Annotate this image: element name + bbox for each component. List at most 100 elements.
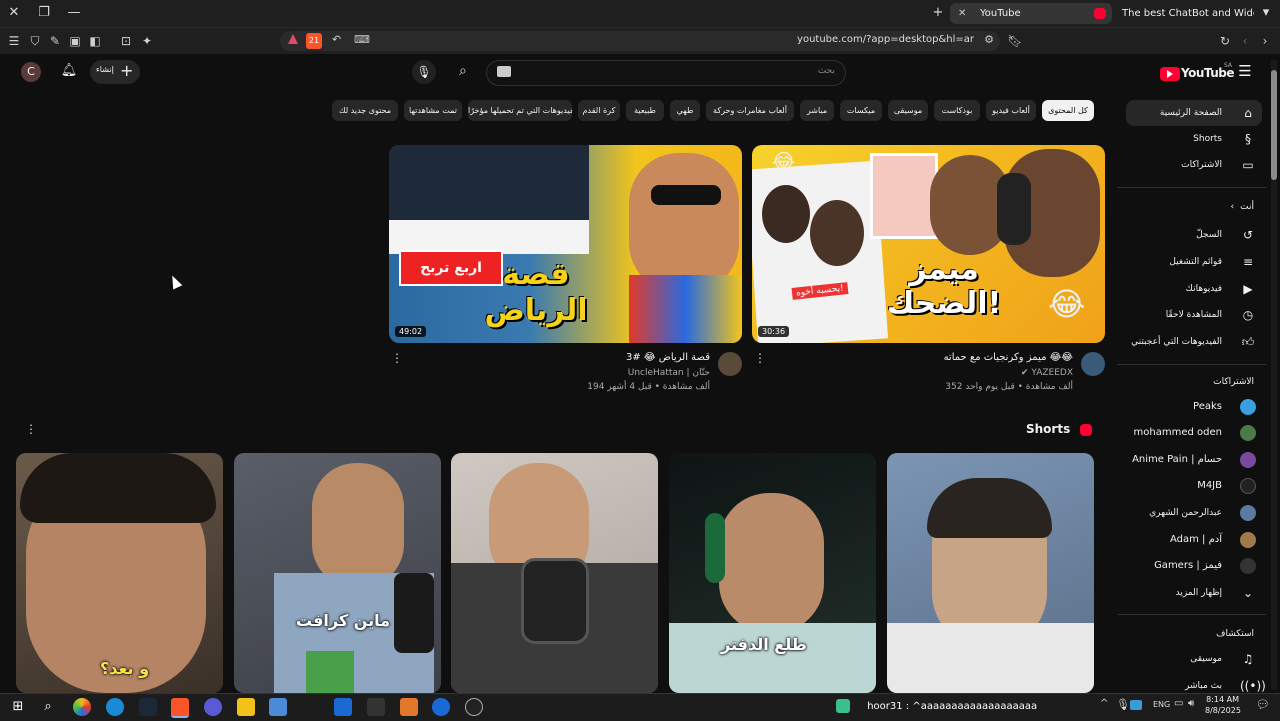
short-item[interactable] bbox=[451, 453, 658, 693]
sidebar-sub-gamers[interactable]: Gamers | فيمز bbox=[1120, 554, 1260, 578]
video-title[interactable]: ميمز وكرنجيات مع حماته 😂😂 bbox=[944, 352, 1073, 363]
clock-date[interactable]: 8/8/2025 bbox=[1205, 706, 1241, 715]
chip-cooking[interactable]: طهي bbox=[670, 100, 700, 121]
short-item[interactable] bbox=[887, 453, 1094, 693]
sidebar-sub-mohammed-oden[interactable]: mohammed oden bbox=[1120, 421, 1260, 445]
file-explorer-icon[interactable] bbox=[237, 698, 255, 716]
chip-mixes[interactable]: ميكسات bbox=[840, 100, 882, 121]
windows-start-icon[interactable]: ⊞ bbox=[9, 698, 27, 716]
scrollbar-thumb[interactable] bbox=[1271, 70, 1277, 180]
shorts-more-icon[interactable]: ⋮ bbox=[25, 422, 37, 436]
sidebar-sub-abdulrahman[interactable]: عبدالرحمن الشهري bbox=[1120, 501, 1260, 525]
account-avatar[interactable]: C bbox=[21, 62, 41, 82]
extensions-icon[interactable]: ✎ bbox=[47, 33, 63, 49]
notifications-icon[interactable]: 🔔︎ bbox=[60, 63, 78, 81]
close-window-icon[interactable]: ✕ bbox=[4, 4, 24, 22]
search-icon[interactable]: ⌕ bbox=[459, 63, 467, 79]
sidebar-sub-m4jb[interactable]: M4JB bbox=[1120, 474, 1260, 498]
sidebar-item-shorts[interactable]: Shorts § bbox=[1120, 127, 1260, 151]
video-title[interactable]: قصة الرياض 😂 #3 bbox=[626, 352, 710, 363]
chip-podcasts[interactable]: بودكاست bbox=[934, 100, 980, 121]
store-icon[interactable] bbox=[269, 698, 287, 716]
sidebar-you-heading[interactable]: ‹ أنت bbox=[1231, 202, 1254, 212]
new-tab-icon[interactable]: + bbox=[928, 4, 948, 22]
back-icon[interactable]: ‹ bbox=[1237, 33, 1253, 49]
app-icon[interactable] bbox=[400, 698, 418, 716]
puzzle-icon[interactable]: ✦ bbox=[139, 33, 155, 49]
short-item[interactable]: و بعد؟ bbox=[16, 453, 223, 693]
chip-all[interactable]: كل المحتوى bbox=[1042, 100, 1094, 121]
sidebar-toggle-icon[interactable]: ◧ bbox=[87, 33, 103, 49]
tray-expand-icon[interactable]: ^ bbox=[1100, 698, 1108, 709]
sidebar-item-watch-later[interactable]: المشاهدة لاحقًا ◷ bbox=[1120, 303, 1260, 327]
discord-icon[interactable] bbox=[204, 698, 222, 716]
language-indicator[interactable]: ENG bbox=[1153, 700, 1170, 709]
bookmark-icon[interactable]: 🔖︎ bbox=[1007, 33, 1023, 49]
chip-live[interactable]: مباشر bbox=[800, 100, 834, 121]
search-input[interactable]: ⌕ بحث bbox=[459, 60, 846, 86]
more-actions-icon[interactable]: ⋮ bbox=[391, 351, 403, 365]
chip-nature[interactable]: طبيعية bbox=[626, 100, 664, 121]
brave-rewards-icon[interactable] bbox=[288, 34, 298, 44]
obs-icon[interactable] bbox=[465, 698, 483, 716]
video-thumbnail[interactable]: اربع تربح قصة الرياض 49:02 bbox=[389, 145, 742, 343]
more-actions-icon[interactable]: ⋮ bbox=[754, 351, 766, 365]
copilot-icon[interactable] bbox=[73, 698, 91, 716]
microphone-icon[interactable]: 🎙︎ bbox=[1116, 698, 1130, 711]
outlook-icon[interactable] bbox=[334, 698, 352, 716]
app-icon[interactable] bbox=[432, 698, 450, 716]
forward-icon[interactable]: › bbox=[1257, 33, 1273, 49]
guide-menu-icon[interactable]: ☰ bbox=[1236, 62, 1254, 80]
tab-list-icon[interactable]: ▾ bbox=[1256, 4, 1276, 22]
keyboard-icon[interactable] bbox=[497, 66, 511, 77]
menu-icon[interactable]: ☰ bbox=[6, 33, 22, 49]
voice-search-icon[interactable]: 🎙︎ bbox=[412, 60, 436, 84]
site-settings-icon[interactable]: ⚙ bbox=[984, 33, 994, 46]
edge-icon[interactable] bbox=[106, 698, 124, 716]
sidebar-sub-adam[interactable]: Adam | آدم bbox=[1120, 528, 1260, 552]
create-button[interactable]: إنشاء + bbox=[90, 60, 140, 84]
tray-app-icon[interactable] bbox=[1130, 700, 1142, 710]
volume-icon[interactable]: 🔊︎ bbox=[1188, 698, 1194, 709]
sidebar-sub-peaks[interactable]: Peaks bbox=[1120, 395, 1260, 419]
short-item[interactable]: طلع الدفتر bbox=[669, 453, 876, 693]
short-item[interactable]: ماين كرافت bbox=[234, 453, 441, 693]
restore-window-icon[interactable]: ❐ bbox=[34, 4, 54, 22]
sidebar-item-history[interactable]: السجلّ ↺ bbox=[1120, 223, 1260, 247]
scrollbar[interactable] bbox=[1271, 60, 1277, 690]
channel-avatar[interactable] bbox=[718, 352, 742, 376]
tabs-icon[interactable]: ▣ bbox=[67, 33, 83, 49]
chip-football[interactable]: كرة القدم bbox=[578, 100, 620, 121]
sidebar-show-more[interactable]: إظهار المزيد ⌄ bbox=[1120, 581, 1260, 605]
sidebar-item-home[interactable]: الصفحة الرئيسية ⌂ bbox=[1120, 101, 1260, 125]
channel-avatar[interactable] bbox=[1081, 352, 1105, 376]
sidebar-item-subscriptions[interactable]: الاشتراكات ▭ bbox=[1120, 153, 1260, 177]
tab-close-icon[interactable]: ✕ bbox=[958, 3, 966, 24]
app-icon[interactable] bbox=[367, 698, 385, 716]
sidebar-item-music[interactable]: موسيقى ♫ bbox=[1120, 647, 1260, 671]
steam-icon[interactable] bbox=[139, 698, 157, 716]
chip-video-games[interactable]: ألعاب فيديو bbox=[986, 100, 1036, 121]
chip-watched[interactable]: تمت مشاهدتها bbox=[404, 100, 462, 121]
reload-page-icon[interactable]: ↶ bbox=[332, 33, 341, 46]
sidebar-item-your-videos[interactable]: فيديوهاتك ▶ bbox=[1120, 277, 1260, 301]
video-thumbnail[interactable]: يحسبه أخوه! ميمز الضحك! 😂 😂 30:36 bbox=[752, 145, 1105, 343]
address-bar[interactable]: 21 ↶ ⌨ youtube.com/?app=desktop&hl=ar ⚙ bbox=[280, 31, 1000, 51]
reader-mode-icon[interactable]: ⌨ bbox=[354, 33, 370, 46]
clock-time[interactable]: 8:14 AM bbox=[1205, 695, 1239, 704]
sidebar-item-liked-videos[interactable]: الفيديوهات التي أعجبتني 👍︎ bbox=[1120, 330, 1260, 354]
video-channel[interactable]: UncleHattan | حتّان bbox=[628, 368, 710, 378]
search-icon[interactable]: ⌕ bbox=[39, 698, 57, 716]
notification-center-icon[interactable]: 💬︎ bbox=[1256, 698, 1270, 711]
network-icon[interactable]: ▭ bbox=[1174, 698, 1183, 709]
sidebar-sub-anime-pain[interactable]: Anime Pain | حسام bbox=[1120, 448, 1260, 472]
reload-icon[interactable]: ↻ bbox=[1217, 33, 1233, 49]
chip-action-adventure[interactable]: ألعاب مغامرات وحركة bbox=[706, 100, 794, 121]
youtube-logo[interactable]: YouTube SA bbox=[1158, 62, 1280, 84]
sidebar-item-playlists[interactable]: قوائم التشغيل ≡ bbox=[1120, 250, 1260, 274]
brave-icon[interactable] bbox=[171, 698, 189, 718]
video-channel[interactable]: ✔︎ YAZEEDX bbox=[1021, 368, 1073, 378]
tab-youtube[interactable]: ✕ YouTube bbox=[950, 3, 1112, 24]
screenshot-icon[interactable]: ⊡ bbox=[118, 33, 134, 49]
minimize-window-icon[interactable]: — bbox=[64, 4, 84, 22]
